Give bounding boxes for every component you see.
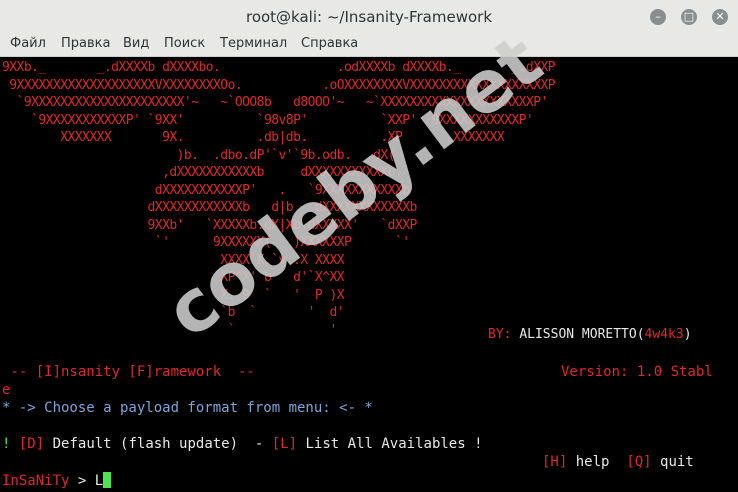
author-name: ALISSON MORETTO: [519, 327, 637, 342]
help-label: help: [567, 454, 610, 470]
terminal-lower-pane: -- [I]nsanity [F]ramework -- Version: 1.…: [0, 346, 738, 492]
window-title: root@kali: ~/Insanity-Framework: [245, 8, 493, 26]
choose-format-text: * -> Choose a payload format from menu: …: [2, 400, 373, 416]
scrollbar[interactable]: [714, 57, 738, 346]
terminal-area[interactable]: 9XXb._ _.dXXXXb dXXXXbo. .odXXXXb dXXXXb…: [0, 18, 738, 492]
version-wrap-text: e: [2, 382, 11, 398]
options-separator: -: [238, 436, 264, 452]
terminal-window: root@kali: ~/Insanity-Framework – □ ✕ Фа…: [0, 0, 738, 492]
menu-help[interactable]: Справка: [301, 36, 358, 51]
menu-edit[interactable]: Правка: [61, 36, 110, 51]
options-bang: !: [2, 436, 11, 452]
menu-view[interactable]: Вид: [123, 36, 149, 51]
menu-file[interactable]: Файл: [10, 36, 46, 51]
prompt-label: InSaNiTy: [2, 473, 70, 489]
maximize-icon[interactable]: □: [681, 9, 697, 25]
close-icon[interactable]: ✕: [712, 9, 728, 25]
option-l-key: [L]: [271, 436, 298, 452]
text-cursor: [103, 472, 112, 488]
options-line: ! [D] Default (flash update) - [L] List …: [2, 436, 483, 452]
menu-bar: Файл Правка Вид Поиск Терминал Справка: [0, 34, 738, 57]
author-line: BY: ALISSON MORETTO(4w4k3): [488, 327, 692, 342]
menu-search[interactable]: Поиск: [164, 36, 205, 51]
author-paren-open: (: [636, 327, 645, 342]
author-handle: 4w4k3: [644, 327, 684, 342]
framework-header: -- [I]nsanity [F]ramework --: [2, 364, 255, 380]
minimize-icon[interactable]: –: [650, 9, 666, 25]
version-text: Version: 1.0 Stabl: [561, 364, 713, 380]
option-d-label: Default (flash update): [44, 436, 239, 452]
prompt-arrow: >: [69, 473, 95, 489]
quit-label: quit: [651, 454, 694, 470]
title-bar: root@kali: ~/Insanity-Framework – □ ✕: [0, 0, 738, 35]
quit-key: [Q]: [626, 454, 652, 470]
option-l-label: List All Availables: [297, 436, 466, 452]
prompt-line[interactable]: InSaNiTy > L: [2, 472, 112, 489]
help-line: [H] help [Q] quit: [542, 454, 694, 470]
author-paren-close: ): [683, 327, 692, 342]
menu-terminal[interactable]: Терминал: [220, 36, 287, 51]
author-prefix: BY:: [488, 327, 512, 342]
options-end: !: [465, 436, 483, 452]
prompt-input-value[interactable]: L: [95, 473, 103, 489]
help-key: [H]: [542, 454, 568, 470]
option-d-key: [D]: [18, 436, 45, 452]
